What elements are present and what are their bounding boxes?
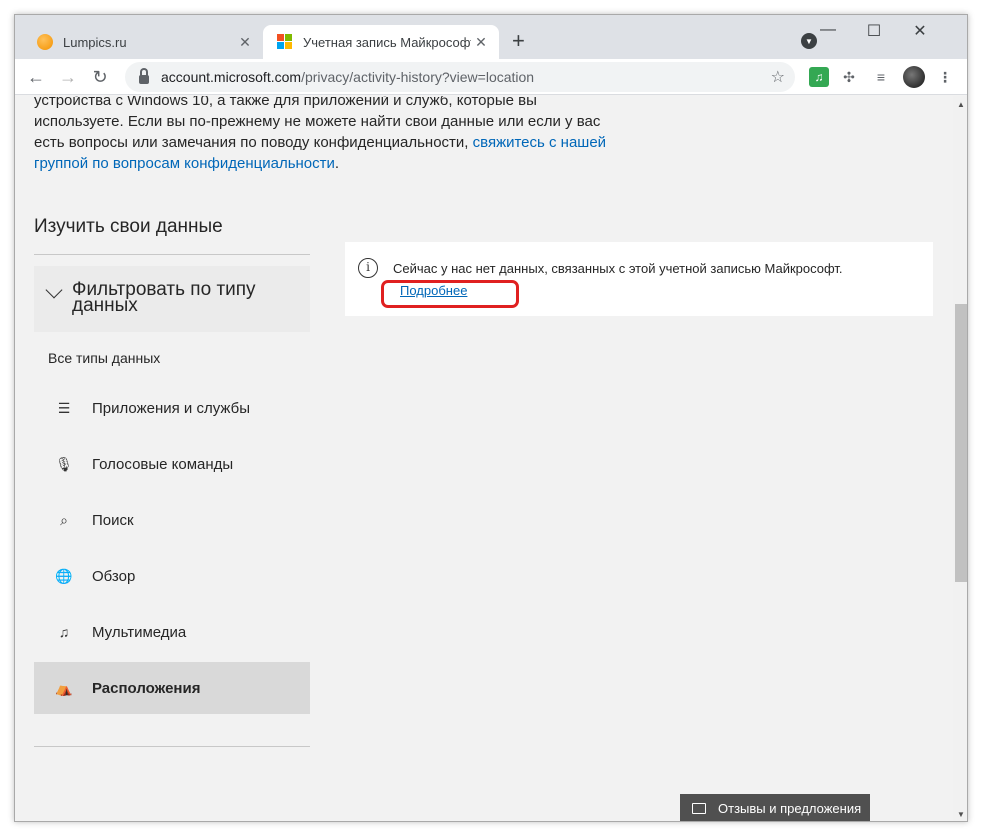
- filter-item-search[interactable]: ⌕ Поиск: [34, 494, 310, 546]
- divider: [34, 254, 310, 255]
- all-data-types-link[interactable]: Все типы данных: [48, 350, 160, 366]
- filter-item-locations[interactable]: ⛺ Расположения: [34, 662, 310, 714]
- minimize-icon[interactable]: —: [805, 21, 851, 39]
- comment-icon: [692, 803, 706, 814]
- search-icon: ⌕: [60, 511, 68, 528]
- extensions-puzzle-icon[interactable]: ✣: [839, 67, 859, 87]
- filter-item-browse[interactable]: 🌐 Обзор: [34, 550, 310, 602]
- chevron-down-icon: [45, 281, 63, 299]
- intro-paragraph: устройства с Windows 10, а также для при…: [34, 96, 607, 172]
- browser-toolbar: ← → ↻ account.microsoft.com/privacy/acti…: [15, 59, 967, 95]
- divider: [34, 746, 310, 747]
- vertical-scrollbar[interactable]: ▲ ▼: [953, 96, 967, 821]
- location-icon: ⛺: [55, 679, 73, 696]
- browser-window: Lumpics.ru ✕ Учетная запись Майкрософт |…: [14, 14, 968, 822]
- list-icon: ☰: [57, 399, 71, 416]
- music-extension-icon[interactable]: ♫: [809, 67, 829, 87]
- close-icon[interactable]: ✕: [897, 21, 943, 41]
- tab-strip: Lumpics.ru ✕ Учетная запись Майкрософт |…: [15, 15, 967, 59]
- info-icon: i: [358, 258, 378, 278]
- filter-list: Все типы данных ☰ Приложения и службы 🎙 …: [34, 332, 310, 732]
- filter-title: Фильтровать по типу данных: [72, 279, 256, 316]
- microphone-icon: 🎙: [55, 455, 73, 472]
- highlight-annotation: [381, 280, 519, 308]
- scroll-down-arrow-icon[interactable]: ▼: [957, 810, 965, 819]
- bookmark-star-icon[interactable]: ☆: [771, 67, 785, 87]
- feedback-button[interactable]: Отзывы и предложения: [680, 794, 870, 821]
- page-content: устройства с Windows 10, а также для при…: [15, 96, 953, 821]
- reload-icon[interactable]: ↻: [87, 64, 113, 90]
- filter-item-media[interactable]: ♫ Мультимедиа: [34, 606, 310, 658]
- filter-by-type-toggle[interactable]: Фильтровать по типу данных: [34, 266, 310, 332]
- tab-title: Lumpics.ru: [63, 34, 127, 50]
- lumpics-favicon-icon: [37, 34, 53, 50]
- tab-title: Учетная запись Майкрософт | М: [303, 34, 471, 50]
- no-data-message: Сейчас у нас нет данных, связанных с это…: [393, 261, 843, 276]
- scroll-up-arrow-icon[interactable]: ▲: [957, 100, 965, 109]
- forward-arrow-icon[interactable]: →: [55, 64, 81, 90]
- profile-avatar[interactable]: [903, 66, 925, 88]
- media-control-icon[interactable]: ≡: [871, 67, 891, 87]
- explore-data-heading: Изучить свои данные: [34, 216, 223, 237]
- address-bar[interactable]: account.microsoft.com/privacy/activity-h…: [125, 62, 795, 92]
- microsoft-favicon-icon: [277, 34, 293, 50]
- tab-close-icon[interactable]: ✕: [235, 34, 255, 51]
- lock-icon: [139, 67, 149, 84]
- filter-item-voice[interactable]: 🎙 Голосовые команды: [34, 438, 310, 490]
- new-tab-plus-icon[interactable]: +: [512, 30, 525, 52]
- media-icon: ♫: [58, 624, 70, 640]
- tab-lumpics[interactable]: Lumpics.ru ✕: [23, 25, 263, 59]
- tab-microsoft-account[interactable]: Учетная запись Майкрософт | М ✕: [263, 25, 499, 59]
- maximize-icon[interactable]: ☐: [851, 21, 897, 41]
- globe-icon: 🌐: [55, 567, 73, 584]
- url-text: account.microsoft.com/privacy/activity-h…: [161, 69, 535, 85]
- menu-kebab-icon[interactable]: ⋮: [935, 67, 955, 87]
- filter-item-apps[interactable]: ☰ Приложения и службы: [34, 382, 310, 434]
- scrollbar-thumb[interactable]: [955, 304, 967, 582]
- back-arrow-icon[interactable]: ←: [23, 64, 49, 90]
- tab-close-icon[interactable]: ✕: [471, 34, 491, 51]
